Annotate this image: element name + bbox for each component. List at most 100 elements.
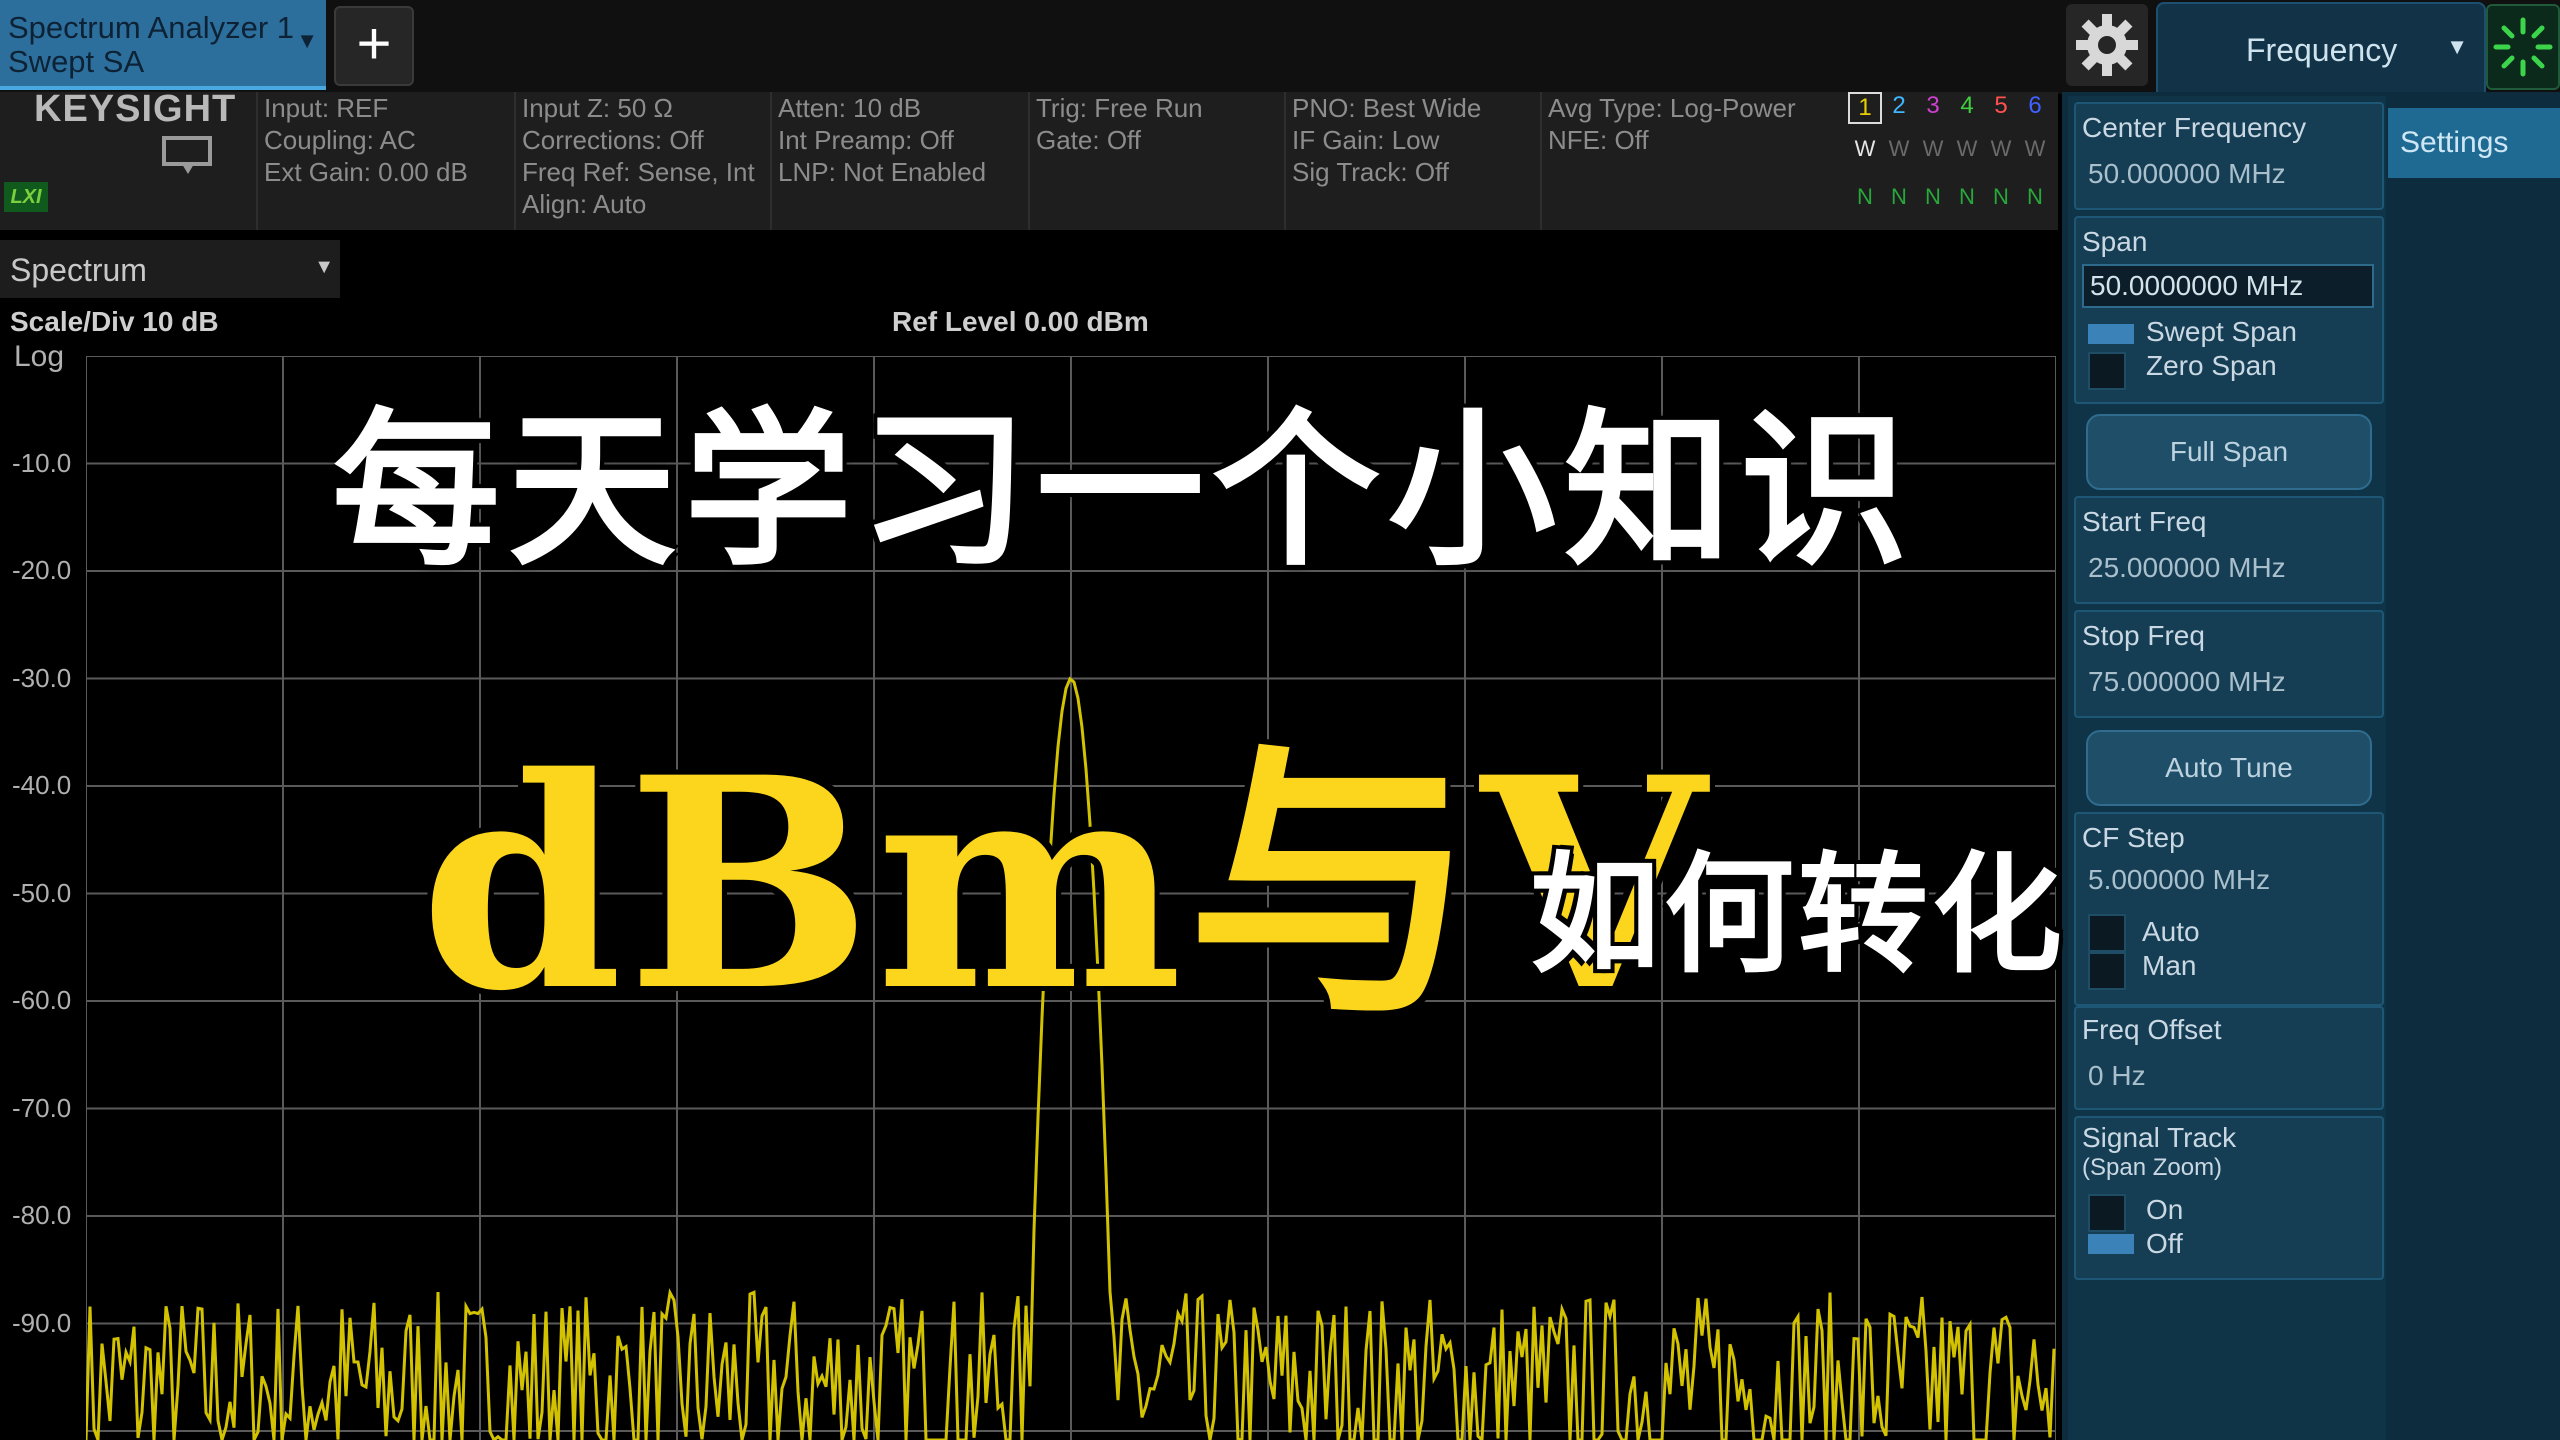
meas-freq-ref: Freq Ref: Sense, Int (522, 157, 755, 187)
meas-atten: Atten: 10 dB (778, 93, 922, 123)
signal-track-label: Signal Track (2082, 1122, 2237, 1153)
signal-track-key[interactable]: Signal Track (Span Zoom) On Off (2074, 1116, 2384, 1280)
trace-type-4: W (1956, 136, 1978, 161)
trace-detector-3: N (1925, 184, 1941, 209)
trace-type-3: W (1922, 136, 1944, 161)
analyzer-tab[interactable]: Spectrum Analyzer 1 Swept SA ▼ (0, 0, 326, 90)
cf-step-auto-radio[interactable] (2088, 914, 2126, 952)
y-tick-label: -20.0 (12, 555, 72, 585)
y-tick-label: -80.0 (12, 1200, 72, 1230)
swept-span-label: Swept Span (2146, 316, 2297, 347)
chevron-down-icon: ▼ (2446, 34, 2468, 59)
span-value: 50.0000000 MHz (2090, 270, 2304, 301)
tab-settings[interactable]: Settings (2388, 108, 2560, 178)
gear-icon[interactable] (2066, 4, 2148, 86)
add-tab-button[interactable]: + (334, 6, 414, 86)
meas-col-pno[interactable]: PNO: Best Wide IF Gain: Low Sig Track: O… (1284, 92, 1540, 230)
y-tick-label: -30.0 (12, 662, 72, 693)
chevron-down-icon[interactable]: ▼ (296, 28, 318, 54)
zero-span-label: Zero Span (2146, 350, 2277, 381)
cf-step-auto-label: Auto (2142, 916, 2200, 947)
meas-pno: PNO: Best Wide (1292, 93, 1482, 123)
chevron-down-icon: ▼ (314, 256, 334, 278)
center-frequency-value: 50.000000 MHz (2088, 158, 2286, 189)
meas-col-trigger[interactable]: Trig: Free Run Gate: Off (1028, 92, 1284, 230)
trace-number-6: 6 (2028, 92, 2042, 119)
center-frequency-label: Center Frequency (2082, 112, 2307, 143)
overlay-subtitle: 如何转化 (1530, 839, 2067, 991)
start-freq-label: Start Freq (2082, 506, 2207, 537)
meas-corrections: Corrections: Off (522, 125, 704, 155)
trace-detector-6: N (2027, 184, 2043, 209)
zero-span-radio[interactable] (2088, 352, 2126, 390)
meas-col-atten[interactable]: Atten: 10 dB Int Preamp: Off LNP: Not En… (770, 92, 1028, 230)
remote-display-icon[interactable] (160, 134, 216, 178)
trace-number-4: 4 (1960, 92, 1974, 119)
busy-indicator-icon (2486, 4, 2560, 90)
scale-per-div[interactable]: Scale/Div 10 dB (10, 306, 219, 338)
signal-track-on-radio[interactable] (2088, 1194, 2126, 1232)
meas-if-gain: IF Gain: Low (1292, 125, 1440, 155)
cf-step-man-label: Man (2142, 950, 2197, 981)
freq-offset-label: Freq Offset (2082, 1014, 2222, 1045)
freq-offset-key[interactable]: Freq Offset 0 Hz (2074, 1006, 2384, 1110)
analyzer-tab-title: Spectrum Analyzer 1 (8, 10, 295, 45)
meas-sig-track: Sig Track: Off (1292, 157, 1450, 187)
center-frequency-key[interactable]: Center Frequency 50.000000 MHz (2074, 102, 2384, 210)
frequency-menu[interactable]: Frequency ▼ (2156, 2, 2486, 94)
meas-trig: Trig: Free Run (1036, 93, 1203, 123)
meas-col-input[interactable]: Input: REF Coupling: AC Ext Gain: 0.00 d… (256, 92, 514, 230)
trace-detector-1: N (1857, 184, 1873, 209)
overlay-title: dBm与V (420, 715, 1710, 1055)
y-tick-label: -10.0 (12, 447, 72, 478)
swept-span-radio[interactable] (2088, 324, 2134, 344)
cf-step-key[interactable]: CF Step 5.000000 MHz Auto Man (2074, 812, 2384, 1006)
ref-level[interactable]: Ref Level 0.00 dBm (892, 306, 1149, 338)
analyzer-tab-subtitle: Swept SA (8, 44, 145, 79)
signal-track-off-label: Off (2146, 1228, 2183, 1259)
meas-col-corrections[interactable]: Input Z: 50 Ω Corrections: Off Freq Ref:… (514, 92, 770, 230)
auto-tune-button[interactable]: Auto Tune (2086, 730, 2372, 806)
trace-type-6: W (2024, 136, 2046, 161)
meas-input-z: Input Z: 50 Ω (522, 93, 673, 123)
meas-nfe: NFE: Off (1548, 125, 1649, 155)
cf-step-label: CF Step (2082, 822, 2185, 853)
y-tick-label: -70.0 (12, 1092, 72, 1123)
meas-align: Align: Auto (522, 189, 647, 219)
y-tick-label: -90.0 (12, 1307, 72, 1338)
meas-avg-type: Avg Type: Log-Power (1548, 93, 1796, 123)
span-key[interactable]: Span 50.0000000 MHz Swept Span Zero Span (2074, 216, 2384, 404)
brand-logo: KEYSIGHT (34, 88, 237, 130)
trace-number-2: 2 (1892, 92, 1906, 119)
cf-step-man-radio[interactable] (2088, 952, 2126, 990)
full-span-button[interactable]: Full Span (2086, 414, 2372, 490)
view-selector[interactable]: Spectrum ▼ (0, 240, 340, 298)
start-freq-key[interactable]: Start Freq 25.000000 MHz (2074, 496, 2384, 604)
y-tick-label: -40.0 (12, 770, 72, 800)
meas-col-avg[interactable]: Avg Type: Log-Power NFE: Off (1540, 92, 1846, 230)
trace-type-5: W (1990, 136, 2012, 161)
frequency-menu-label: Frequency (2246, 32, 2398, 68)
signal-track-off-radio[interactable] (2088, 1234, 2134, 1254)
meas-coupling: Coupling: AC (264, 125, 416, 155)
y-tick-label: -50.0 (12, 877, 72, 908)
trace-detector-4: N (1959, 184, 1975, 209)
trace-number-1: 1 (1848, 92, 1882, 124)
stop-freq-label: Stop Freq (2082, 620, 2205, 651)
meas-lnp: LNP: Not Enabled (778, 157, 987, 187)
trace-type-2: W (1888, 136, 1910, 161)
freq-offset-value: 0 Hz (2088, 1060, 2146, 1091)
trace-type-1: W (1854, 136, 1876, 161)
meas-preamp: Int Preamp: Off (778, 125, 954, 155)
trace-indicator[interactable]: 123456 WWWWWW NNNNNN (1846, 92, 2056, 230)
meas-input: Input: REF (264, 93, 389, 123)
cf-step-value: 5.000000 MHz (2088, 864, 2271, 895)
span-input[interactable]: 50.0000000 MHz (2082, 264, 2374, 308)
trace-detector-5: N (1993, 184, 2009, 209)
stop-freq-value: 75.000000 MHz (2088, 666, 2286, 697)
span-label: Span (2082, 226, 2148, 257)
scale-type: Log (14, 340, 65, 373)
meas-ext-gain: Ext Gain: 0.00 dB (264, 157, 468, 187)
stop-freq-key[interactable]: Stop Freq 75.000000 MHz (2074, 610, 2384, 718)
view-selector-label: Spectrum (10, 252, 147, 288)
